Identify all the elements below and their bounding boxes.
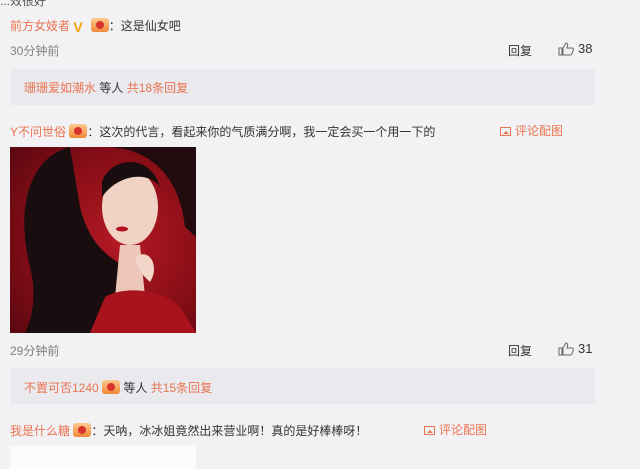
- pic-link-label: 评论配图: [515, 124, 564, 138]
- fan-badge-icon: [69, 124, 88, 138]
- reply-extra: 等人: [123, 381, 148, 395]
- comment-header: 前方女妓者 V ：这是仙女吧: [10, 18, 181, 35]
- comment-header: 我是什么糖 ：天呐，冰冰姐竟然出来营业啊！真的是好棒棒呀！: [10, 423, 368, 438]
- reply-user[interactable]: 珊珊爱如潮水: [24, 81, 96, 95]
- comment-picture-link[interactable]: 评论配图: [424, 421, 487, 438]
- comment-text: 这是仙女吧: [120, 19, 181, 33]
- comment-header: Y不问世俗 ：这次的代言，看起来你的气质满分啊，我一定会买一个用一下的: [10, 124, 436, 139]
- fan-badge-icon: [90, 18, 109, 32]
- username[interactable]: Y不问世俗: [10, 125, 66, 139]
- comment-photo[interactable]: [10, 147, 196, 333]
- verified-v-icon: V: [73, 19, 83, 35]
- like-button[interactable]: 38: [558, 39, 592, 56]
- reply-total-link[interactable]: 共18条回复: [127, 81, 188, 95]
- reply-button[interactable]: 回复: [508, 42, 532, 59]
- fan-badge-icon: [73, 423, 92, 437]
- comment-picture-link[interactable]: 评论配图: [500, 122, 563, 139]
- comment-time: 30分钟前: [10, 44, 60, 58]
- username[interactable]: 前方女妓者: [10, 19, 70, 33]
- reply-summary[interactable]: 珊珊爱如潮水 等人 共18条回复: [10, 69, 595, 105]
- reply-total-link[interactable]: 共15条回复: [151, 381, 212, 395]
- thumbs-up-icon: [558, 342, 574, 356]
- pic-link-label: 评论配图: [439, 423, 488, 437]
- like-count: 31: [578, 341, 593, 356]
- reply-button[interactable]: 回复: [508, 342, 532, 359]
- image-icon: [500, 127, 511, 136]
- reply-extra: 等人: [99, 81, 124, 95]
- comment-photo[interactable]: [10, 446, 196, 469]
- comment-text: 这次的代言，看起来你的气质满分啊，我一定会买一个用一下的: [99, 125, 436, 139]
- like-count: 38: [578, 41, 593, 56]
- comment-text: 天呐，冰冰姐竟然出来营业啊！真的是好棒棒呀！: [103, 424, 368, 438]
- username[interactable]: 我是什么糖: [10, 424, 70, 438]
- thumbs-up-icon: [558, 42, 574, 56]
- reply-summary[interactable]: 不置可否1240 等人 共15条回复: [10, 368, 595, 404]
- comment-time: 29分钟前: [10, 344, 60, 358]
- fan-badge-icon: [102, 380, 121, 394]
- reply-user[interactable]: 不置可否1240: [24, 381, 99, 395]
- like-button[interactable]: 31: [558, 339, 592, 356]
- partial-top-text: ...效很好: [0, 0, 47, 8]
- image-icon: [424, 426, 435, 435]
